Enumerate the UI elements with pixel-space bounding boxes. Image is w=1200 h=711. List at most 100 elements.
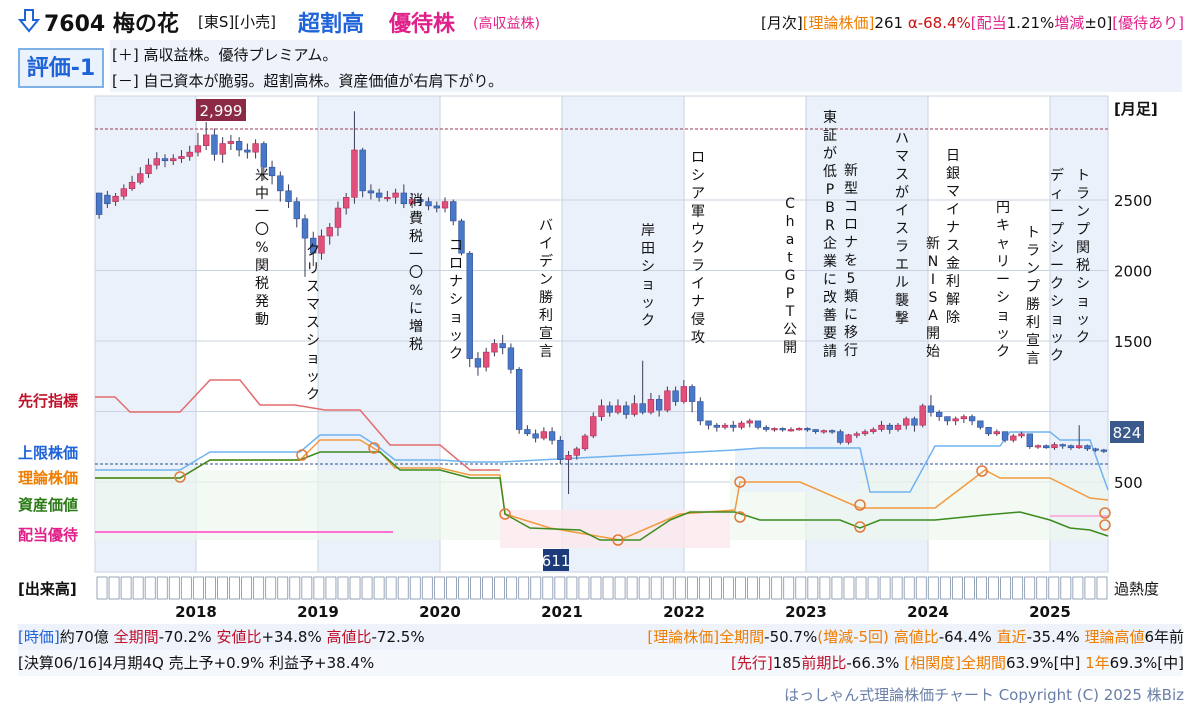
candle-body-82 [771, 428, 778, 431]
volume-cell-22 [361, 576, 373, 600]
upper-fill-1 [735, 448, 860, 492]
annotation-14: トランプ勝利宣言 [1026, 225, 1040, 367]
candle-body-67 [647, 399, 655, 413]
candle-body-73 [697, 401, 704, 422]
candle-body-47 [483, 351, 490, 368]
candle-body-24 [293, 201, 300, 220]
candle-body-71 [680, 386, 688, 402]
candle-body-77 [730, 424, 737, 428]
volume-cell-64 [867, 576, 879, 600]
volume-cell-32 [482, 576, 493, 600]
annotation-4: バイデン勝利宣言 [539, 218, 553, 360]
year-band-2 [562, 96, 684, 572]
candle-body-1 [104, 194, 111, 205]
candle-body-95 [878, 424, 885, 430]
volume-cell-5 [156, 576, 168, 600]
candle-body-55 [548, 431, 556, 441]
low-ratio-label: 安値比 [216, 628, 262, 646]
volume-cell-10 [217, 576, 228, 600]
x-year-label-0: 2018 [175, 603, 217, 621]
candle-body-10 [178, 156, 185, 159]
candle-body-108 [985, 427, 992, 435]
candle-body-9 [170, 158, 177, 162]
candle-body-0 [95, 192, 103, 215]
candle-body-70 [672, 390, 679, 402]
candle-body-119 [1075, 445, 1083, 449]
candle-body-4 [128, 181, 136, 189]
footer-line-1-left: [時価]約70億 全期間-70.2% 安値比+34.8% 高値比-72.5% [18, 626, 425, 647]
candle-body-20 [260, 143, 268, 168]
volume-cell-78 [1036, 576, 1048, 600]
volume-cell-27 [421, 576, 433, 600]
volume-cell-59 [807, 576, 819, 600]
volume-cell-62 [843, 576, 855, 600]
annotation-11: 新 N I S A 開始 [926, 236, 940, 360]
candle-body-21 [268, 166, 276, 177]
candle-body-42 [441, 201, 449, 209]
candle-body-69 [664, 390, 671, 411]
volume-cell-14 [265, 576, 277, 600]
candle-body-51 [515, 368, 523, 430]
volume-cell-26 [409, 576, 421, 600]
volume-cell-49 [686, 576, 698, 600]
candle-body-60 [590, 416, 597, 437]
high-marker-label: 2,999 [200, 102, 243, 120]
volume-cell-39 [566, 576, 578, 600]
candle-body-99 [911, 418, 918, 426]
candle-body-11 [186, 151, 193, 157]
y-tick-label-1: 1500 [1114, 333, 1152, 351]
copyright: はっしゃん式理論株価チャート Copyright (C) 2025 株Biz [784, 686, 1184, 704]
candle-body-18 [244, 149, 251, 153]
volume-cell-56 [771, 576, 783, 600]
annotation-1: クリスマスショック [306, 243, 320, 403]
volume-cell-21 [349, 576, 361, 600]
volume-cell-42 [602, 576, 614, 600]
volume-cell-45 [638, 576, 650, 600]
volume-cell-50 [698, 576, 710, 600]
candle-body-28 [326, 227, 333, 237]
theory-footer-label: [理論株価] [647, 628, 720, 646]
candle-body-116 [1051, 444, 1058, 449]
volume-cell-83 [1096, 576, 1108, 600]
candle-body-35 [384, 197, 391, 200]
annotation-10: ハマスがイスラエル襲撃 [895, 131, 909, 327]
candle-body-16 [227, 141, 235, 144]
candle-body-68 [655, 399, 663, 411]
volume-cell-30 [458, 576, 469, 600]
candle-body-90 [837, 431, 844, 443]
volume-cell-35 [518, 576, 530, 600]
candle-body-93 [861, 431, 869, 435]
candle-body-34 [375, 192, 383, 198]
x-year-label-6: 2024 [907, 603, 949, 621]
volume-cell-4 [144, 576, 156, 600]
candle-body-30 [343, 197, 350, 209]
annotation-3: コロナショック [449, 238, 463, 362]
candle-body-109 [993, 431, 1000, 435]
candle-body-107 [977, 420, 984, 428]
candle-body-40 [425, 201, 432, 207]
candle-body-43 [450, 201, 457, 222]
x-year-label-2: 2020 [419, 603, 461, 621]
volume-cell-69 [927, 576, 939, 600]
x-year-label-1: 2019 [297, 603, 339, 621]
candle-body-111 [1010, 435, 1017, 441]
candle-body-91 [845, 434, 852, 443]
theory-recent-value: -35.4% [1026, 628, 1080, 646]
volume-cell-38 [554, 576, 566, 600]
volume-cell-51 [711, 576, 722, 600]
volume-cell-2 [120, 576, 132, 600]
volume-cell-20 [337, 576, 349, 600]
volume-cell-41 [590, 576, 602, 600]
volume-cell-15 [277, 576, 289, 600]
candle-body-103 [944, 416, 951, 422]
annotation-9: 新型コロナを 5 類に移行 [844, 163, 858, 359]
annotation-7: Ch a t G P T 公開 [783, 196, 797, 356]
candle-body-33 [367, 190, 375, 194]
theory-top-label: 理論高値 [1084, 628, 1145, 646]
candle-body-104 [952, 418, 959, 422]
candle-body-14 [211, 134, 218, 155]
candle-body-110 [1001, 431, 1009, 441]
leading-prev-value: -66.3% [846, 654, 900, 672]
y-tick-label-0: 500 [1114, 474, 1143, 492]
jika-value: 約70億 [59, 628, 109, 646]
